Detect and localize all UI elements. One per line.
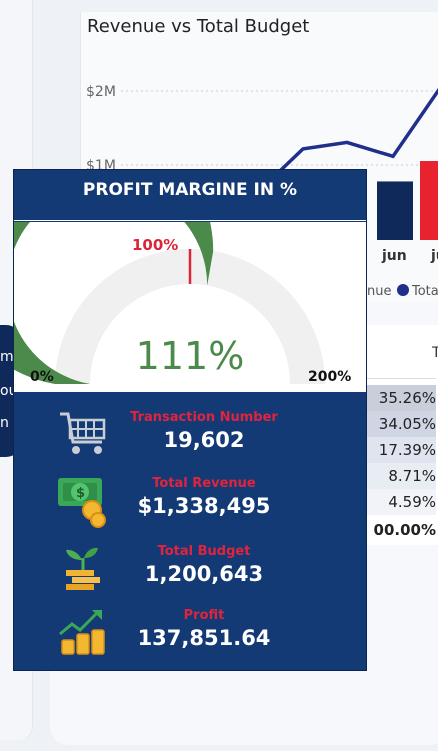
- revenue-bar: [420, 161, 438, 240]
- x-label-jun: jun: [381, 248, 407, 264]
- kpi-label: Total Revenue: [152, 476, 256, 491]
- kpi-list: Transaction Number 19,602 $ Total Revenu…: [14, 392, 366, 670]
- money-icon: $: [58, 478, 106, 528]
- table-header: T: [432, 345, 438, 361]
- gauge-max-label: 200%: [308, 369, 352, 385]
- gauge-target-label: 100%: [132, 236, 179, 254]
- plant-coins-icon: [66, 547, 100, 590]
- kpi-label: Profit: [183, 608, 225, 623]
- budget-bar: [377, 181, 413, 240]
- table-cell: 8.71%: [364, 463, 436, 489]
- legend-total: Tota: [411, 284, 438, 299]
- profit-margin-card[interactable]: PROFIT MARGINE IN % 100% 111% 0% 200% Tr…: [13, 169, 367, 671]
- card-title: PROFIT MARGINE IN %: [14, 170, 366, 221]
- kpi-total-revenue: $ Total Revenue $1,338,495: [14, 472, 366, 538]
- table-cell: 4.59%: [364, 489, 436, 515]
- table-cell: 17.39%: [364, 437, 436, 463]
- svg-text:$: $: [76, 486, 85, 501]
- growth-coins-icon: [59, 610, 105, 655]
- kpi-value: 137,851.64: [137, 626, 271, 650]
- chart-title: Revenue vs Total Budget: [87, 16, 310, 37]
- kpi-value: 1,200,643: [144, 562, 264, 586]
- legend-total-marker: [397, 284, 409, 296]
- kpi-total-budget: Total Budget 1,200,643: [14, 540, 366, 606]
- table-cell: 35.26%: [364, 385, 436, 411]
- table-cell: 34.05%: [364, 411, 436, 437]
- shopping-cart-icon: [60, 412, 106, 454]
- kpi-value: $1,338,495: [137, 494, 271, 518]
- x-label-ju: ju: [430, 248, 438, 264]
- profit-margin-gauge[interactable]: 100% 111% 0% 200%: [14, 222, 366, 392]
- gauge-min-label: 0%: [30, 369, 54, 385]
- kpi-transaction-number: Transaction Number 19,602: [14, 406, 366, 472]
- y-tick-2m: $2M: [86, 84, 116, 100]
- kpi-label: Transaction Number: [130, 410, 278, 425]
- kpi-profit: Profit 137,851.64: [14, 604, 366, 670]
- kpi-value: 19,602: [163, 428, 245, 452]
- kpi-label: Total Budget: [157, 544, 251, 559]
- table-divider: [364, 378, 436, 379]
- table-total-cell: 00.00%: [373, 521, 436, 539]
- left-pill-line-3: n: [0, 415, 9, 431]
